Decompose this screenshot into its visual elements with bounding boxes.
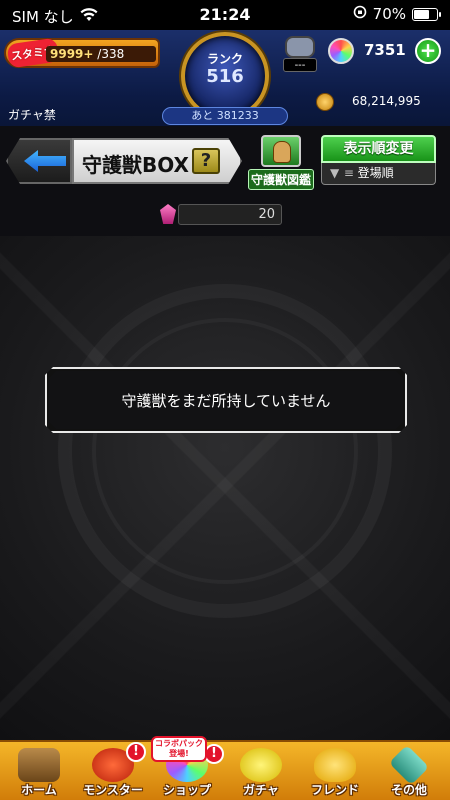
rank-value: 516 (206, 66, 244, 87)
back-arrow-icon (24, 150, 66, 172)
empty-message: 守護獣をまだ所持していません (49, 371, 403, 429)
robot-icon (285, 36, 315, 58)
game-header: スタミナ 9999+ /338 ランク 516 あと 381233 --- 73… (0, 30, 450, 126)
filter-icon: ▼ (330, 166, 340, 180)
balloon-icon (314, 748, 356, 782)
stamina-gauge[interactable]: スタミナ 9999+ /338 (4, 37, 160, 69)
collab-pack-tag: コラボパック登場! (151, 736, 207, 762)
capacity-strip: 20 (0, 194, 450, 236)
nav-monster[interactable]: モンスター ! (76, 742, 150, 800)
guardian-encyclopedia-button[interactable]: 守護獣図鑑 (248, 135, 314, 190)
nav-home[interactable]: ホーム (2, 742, 76, 800)
battery-percent: 70% (372, 5, 406, 23)
gold-coin-icon (316, 93, 334, 111)
help-button[interactable]: ? (192, 148, 220, 174)
gold-count: 68,214,995 (352, 94, 421, 108)
nav-label: ガチャ (243, 783, 279, 797)
castle-icon (18, 748, 60, 782)
buy-orb-button[interactable]: + (415, 38, 441, 64)
nav-label: ショップ (162, 783, 211, 797)
rank-label: ランク (206, 52, 243, 66)
gem-icon (160, 204, 176, 224)
back-button[interactable] (6, 138, 72, 184)
friend-status-text: --- (283, 58, 317, 72)
nav-label: ホーム (21, 783, 57, 797)
encyclopedia-label: 守護獣図鑑 (248, 169, 314, 190)
orb-count: 7351 (364, 41, 406, 59)
gacha-ban-label: ガチャ禁 (8, 108, 56, 122)
orientation-lock-icon (353, 5, 367, 23)
status-right: 70% (353, 5, 441, 23)
nav-gacha[interactable]: ガチャ (224, 742, 298, 800)
stamina-max: /338 (97, 47, 125, 61)
sort-icon: ≡ (343, 166, 354, 180)
title-plate: 守護獣BOX ? (72, 138, 242, 184)
gacha-icon (240, 748, 282, 782)
sort-current: ▼ ≡ 登場順 (321, 163, 436, 185)
guardian-portrait-icon (261, 135, 301, 167)
orb-icon (328, 38, 354, 64)
title-bar: 守護獣BOX ? 守護獣図鑑 表示順変更 ▼ ≡ 登場順 (0, 126, 450, 194)
nav-friend[interactable]: フレンド (298, 742, 372, 800)
emblem-ring-inner (92, 318, 358, 584)
nav-label: モンスター (83, 783, 143, 797)
stamina-current: 9999+ (50, 47, 94, 61)
guardian-list-area: 守護獣をまだ所持していません (0, 236, 450, 740)
stamina-bar: 9999+ /338 (46, 46, 156, 62)
bottom-nav: ホーム モンスター ! ショップ ! ガチャ フレンド その他 (0, 740, 450, 800)
notification-badge: ! (204, 744, 224, 764)
battery-icon (412, 7, 441, 21)
empty-message-box: 守護獣をまだ所持していません (45, 367, 407, 433)
sort-value: 登場順 (357, 166, 394, 180)
nav-other[interactable]: その他 (372, 742, 446, 800)
page-title: 守護獣BOX (82, 153, 189, 177)
friend-status-icon[interactable]: --- (283, 36, 317, 74)
diamond-icon (388, 744, 430, 786)
nav-label: フレンド (310, 783, 359, 797)
sort-button[interactable]: 表示順変更 ▼ ≡ 登場順 (321, 135, 436, 187)
nav-label: その他 (390, 783, 427, 797)
rank-next-exp: あと 381233 (162, 107, 288, 125)
status-bar: SIM なし 21:24 70% (0, 0, 450, 30)
notification-badge: ! (126, 742, 146, 762)
capacity-value: 20 (178, 204, 282, 225)
sort-label: 表示順変更 (321, 135, 436, 163)
